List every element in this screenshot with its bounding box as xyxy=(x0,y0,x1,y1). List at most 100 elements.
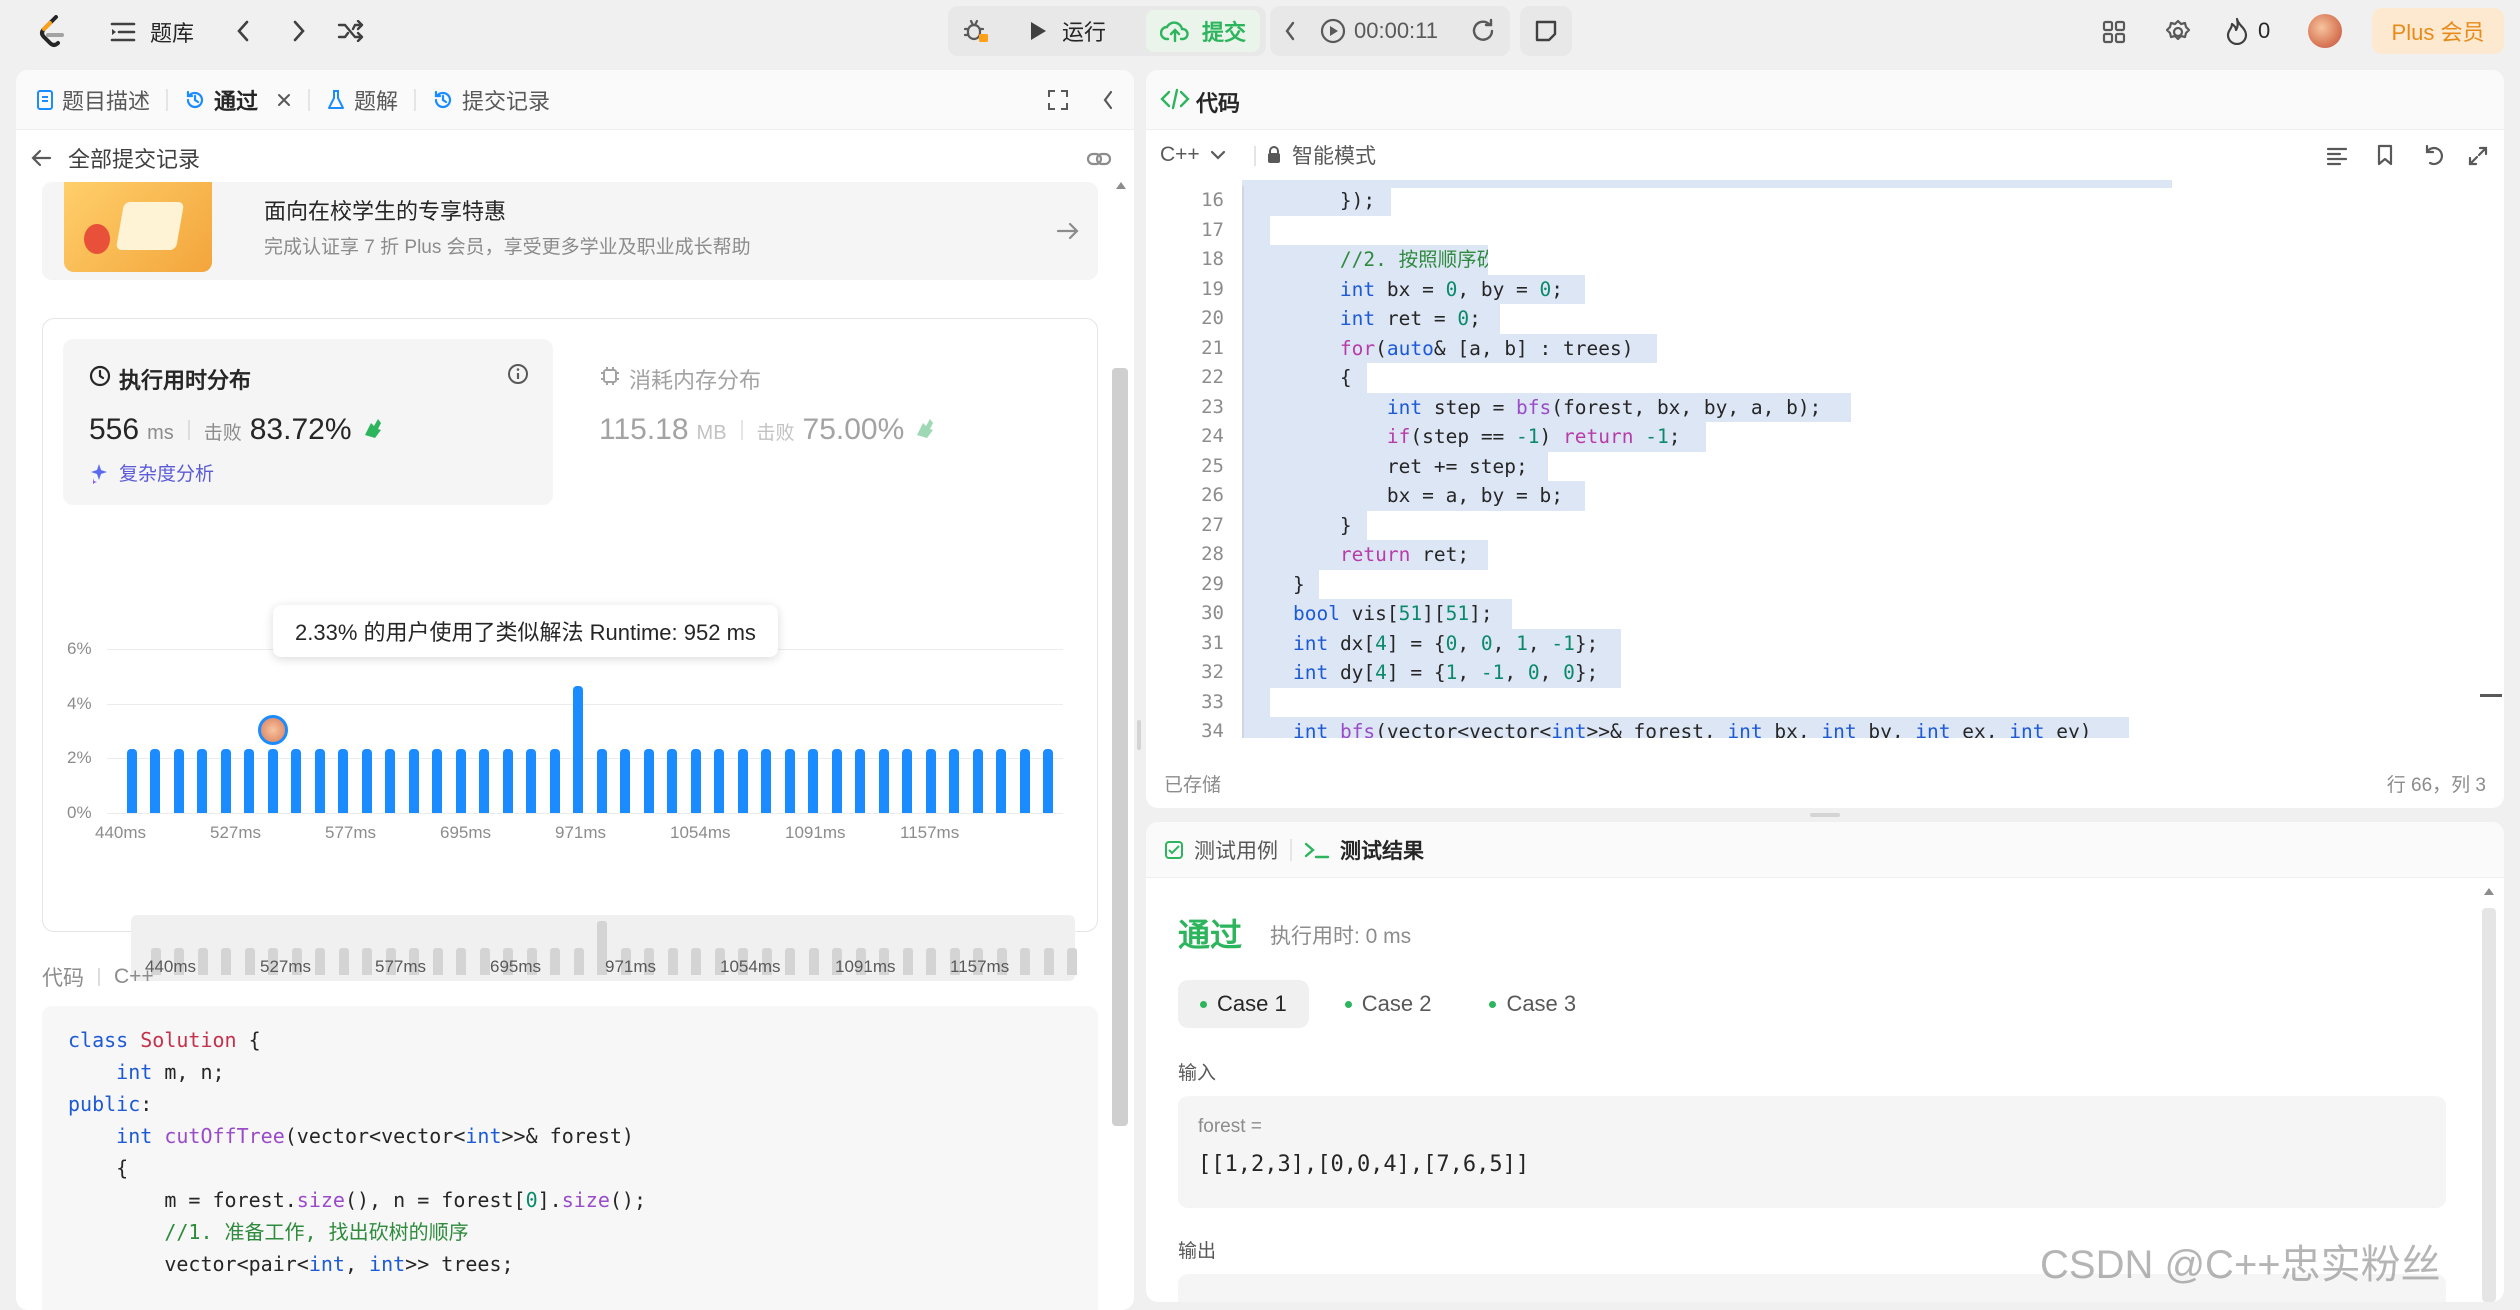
chart-bar[interactable] xyxy=(1043,749,1053,813)
code-icon xyxy=(1160,88,1190,110)
code-area[interactable]: 16 });1718 //2. 按照顺序砍树19 int bx = 0, by … xyxy=(1146,180,2482,738)
random-problem-button[interactable] xyxy=(334,16,368,46)
horizontal-splitter-handle[interactable] xyxy=(1810,813,1840,817)
tab-accepted[interactable]: 通过 xyxy=(172,80,304,120)
collapse-timer-button[interactable] xyxy=(1276,14,1304,48)
line-number: 27 xyxy=(1201,513,1224,536)
minimap-x-tick: 695ms xyxy=(490,957,542,976)
vertical-splitter-handle[interactable] xyxy=(1137,720,1141,750)
tab-testcases[interactable]: 测试用例 xyxy=(1164,835,1278,865)
runtime-box[interactable]: 执行用时分布 556 ms 击败 83.72% 复杂度分析 xyxy=(63,339,553,505)
chart-bar[interactable] xyxy=(526,749,537,813)
chart-bar[interactable] xyxy=(408,749,419,813)
chart-bar[interactable] xyxy=(714,749,725,813)
prev-problem-button[interactable] xyxy=(228,16,258,46)
chart-x-tick: 1091ms xyxy=(785,823,846,842)
tab-solutions[interactable]: 题解 xyxy=(314,80,410,120)
case-tab-3[interactable]: Case 3 xyxy=(1467,980,1598,1028)
language-select[interactable]: C++ xyxy=(1160,138,1226,172)
chart-bar[interactable] xyxy=(878,749,889,813)
chart-bar[interactable] xyxy=(549,749,560,813)
tab-submissions[interactable]: 提交记录 xyxy=(420,80,562,120)
plus-membership-button[interactable]: Plus 会员 xyxy=(2372,8,2504,54)
reset-timer-button[interactable] xyxy=(1466,14,1500,48)
chart-bar[interactable] xyxy=(737,749,748,813)
chart-bar[interactable] xyxy=(385,749,396,813)
leetcode-logo[interactable] xyxy=(34,14,70,50)
chart-bar[interactable] xyxy=(267,749,278,813)
chart-range-selector[interactable]: 440ms 527ms 577ms 695ms 971ms 1054ms 1091ms 115… xyxy=(131,915,1077,981)
chart-bar[interactable] xyxy=(620,749,631,813)
chart-gridline xyxy=(107,813,1063,814)
chart-bar[interactable] xyxy=(314,749,325,813)
chart-bar[interactable] xyxy=(596,749,607,813)
chart-bar[interactable] xyxy=(197,749,208,813)
user-avatar[interactable] xyxy=(2308,14,2342,48)
scrollbar-thumb[interactable] xyxy=(2482,908,2496,1302)
complexity-analysis-link[interactable]: 复杂度分析 xyxy=(89,459,214,486)
chart-bar[interactable] xyxy=(150,749,161,813)
copy-link-button[interactable] xyxy=(1084,144,1114,174)
runtime-distribution-chart[interactable]: 6% 4% 2% 0% 440ms 527ms 577ms 695ms 971ms 1054ms 1… xyxy=(43,519,1099,842)
expand-icon[interactable] xyxy=(2468,146,2488,166)
tab-testresult[interactable]: 测试结果 xyxy=(1304,835,1424,865)
chart-bar[interactable] xyxy=(925,749,936,813)
chart-bar[interactable] xyxy=(173,749,184,813)
scroll-up-arrow[interactable] xyxy=(2484,888,2494,895)
chart-bar[interactable] xyxy=(573,685,584,813)
chart-bar[interactable] xyxy=(972,749,983,813)
info-icon[interactable] xyxy=(507,363,529,385)
memory-box[interactable]: 消耗内存分布 115.18 MB 击败 75.00% xyxy=(573,339,1073,505)
chart-bar[interactable] xyxy=(455,749,466,813)
submit-button[interactable]: 提交 xyxy=(1146,10,1261,52)
fullscreen-button[interactable] xyxy=(1046,88,1070,112)
tab-description[interactable]: 题目描述 xyxy=(24,80,162,120)
notes-button[interactable] xyxy=(1520,6,1572,56)
chart-bar[interactable] xyxy=(831,749,842,813)
streak-counter[interactable]: 0 xyxy=(2226,14,2270,48)
settings-button[interactable] xyxy=(2162,16,2194,48)
layout-button[interactable] xyxy=(2098,16,2130,48)
undo-icon[interactable] xyxy=(2422,144,2444,166)
case-tab-2[interactable]: Case 2 xyxy=(1323,980,1454,1028)
scroll-up-arrow[interactable] xyxy=(1116,182,1126,189)
chart-bar[interactable] xyxy=(996,749,1007,813)
chart-bar[interactable] xyxy=(949,749,960,813)
close-icon[interactable] xyxy=(276,92,292,108)
chart-bar[interactable] xyxy=(361,749,372,813)
chart-bar[interactable] xyxy=(338,749,349,813)
collapse-panel-button[interactable] xyxy=(1096,88,1120,112)
chart-bar[interactable] xyxy=(808,749,819,813)
results-scrollbar[interactable] xyxy=(2482,888,2496,1302)
chart-bar[interactable] xyxy=(643,749,654,813)
chart-bar[interactable] xyxy=(220,749,231,813)
chart-bar[interactable] xyxy=(1019,749,1030,813)
chart-bar[interactable] xyxy=(432,749,443,813)
promo-banner[interactable]: 面向在校学生的专享特惠 完成认证享 7 折 Plus 会员，享受更多学业及职业成… xyxy=(42,182,1098,280)
case-tab-1[interactable]: Case 1 xyxy=(1178,980,1309,1028)
run-button[interactable]: 运行 xyxy=(1014,10,1120,52)
chart-bar[interactable] xyxy=(761,749,772,813)
chart-bar[interactable] xyxy=(784,749,795,813)
chart-bar[interactable] xyxy=(690,749,701,813)
chart-bar[interactable] xyxy=(502,749,513,813)
next-problem-button[interactable] xyxy=(284,16,314,46)
scrollbar-thumb[interactable] xyxy=(1112,368,1128,1126)
problem-list-button[interactable]: 题库 xyxy=(110,14,194,50)
chart-bar[interactable] xyxy=(667,749,678,813)
timer-display[interactable]: 00:00:11 xyxy=(1320,12,1438,50)
history-icon xyxy=(434,90,452,108)
chart-bar[interactable] xyxy=(244,749,255,813)
back-to-all-submissions[interactable]: 全部提交记录 xyxy=(30,140,200,176)
bookmark-icon[interactable] xyxy=(2376,144,2394,166)
format-icon[interactable] xyxy=(2326,146,2348,166)
smart-mode-toggle[interactable]: 智能模式 xyxy=(1266,138,1376,172)
submission-code-block[interactable]: class Solution { int m, n; public: int cu… xyxy=(42,1006,1098,1310)
chart-bar[interactable] xyxy=(902,749,913,813)
debug-button[interactable] xyxy=(952,10,1000,52)
chart-bar[interactable] xyxy=(479,749,490,813)
chart-bar[interactable] xyxy=(291,749,302,813)
chart-bar[interactable] xyxy=(127,749,137,813)
left-scrollbar[interactable] xyxy=(1112,182,1128,1310)
chart-bar[interactable] xyxy=(855,749,866,813)
